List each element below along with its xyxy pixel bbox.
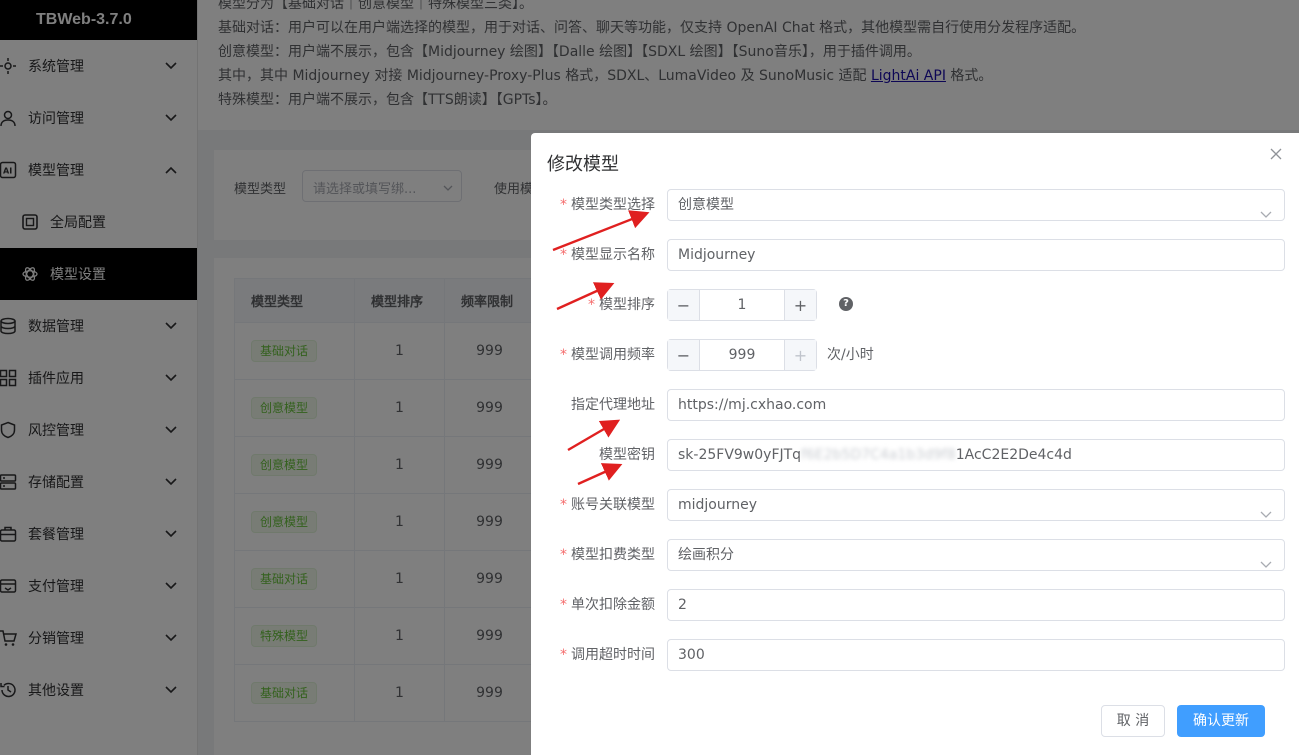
display-name-input[interactable]: Midjourney: [667, 239, 1285, 271]
form-row-proxy: 指定代理地址 https://mj.cxhao.com: [531, 389, 1299, 421]
confirm-update-button[interactable]: 确认更新: [1177, 705, 1265, 737]
form-row-display-name: * 模型显示名称 Midjourney: [531, 239, 1299, 271]
deduct-amount-label: * 单次扣除金额: [560, 597, 655, 613]
increment-button[interactable]: +: [784, 340, 816, 370]
proxy-label: 指定代理地址: [571, 397, 655, 413]
close-icon[interactable]: [1269, 147, 1283, 161]
form-row-account-model: * 账号关联模型 midjourney: [531, 489, 1299, 521]
deduct-type-select[interactable]: 绘画积分: [667, 539, 1285, 571]
order-stepper: − 1 +: [667, 289, 817, 321]
form-row-timeout: * 调用超时时间 300: [531, 639, 1299, 671]
proxy-input[interactable]: https://mj.cxhao.com: [667, 389, 1285, 421]
timeout-input[interactable]: 300: [667, 639, 1285, 671]
form-row-order: * 模型排序 − 1 + ?: [531, 289, 1299, 321]
account-model-label: * 账号关联模型: [560, 497, 655, 513]
increment-button[interactable]: +: [784, 290, 816, 320]
account-model-select[interactable]: midjourney: [667, 489, 1285, 521]
edit-model-dialog: 修改模型 * 模型类型选择 创意模型 * 模型显示名称 Midjourney * 模型…: [531, 133, 1299, 755]
key-label: 模型密钥: [599, 447, 655, 463]
chevron-down-icon: [1260, 200, 1272, 220]
deduct-type-label: * 模型扣费类型: [560, 547, 655, 563]
redacted-text: f6E2b5D7C4a1b3d9f8: [801, 447, 956, 463]
form-row-deduct-type: * 模型扣费类型 绘画积分: [531, 539, 1299, 571]
form-row-deduct-amount: * 单次扣除金额 2: [531, 589, 1299, 621]
rate-label: * 模型调用频率: [560, 347, 655, 363]
timeout-label: * 调用超时时间: [560, 647, 655, 663]
chevron-down-icon: [1260, 500, 1272, 520]
form-row-model-type: * 模型类型选择 创意模型: [531, 189, 1299, 221]
decrement-button[interactable]: −: [668, 290, 700, 320]
model-type-select[interactable]: 创意模型: [667, 189, 1285, 221]
decrement-button[interactable]: −: [668, 340, 700, 370]
help-icon[interactable]: ?: [839, 297, 853, 311]
key-input[interactable]: sk-25FV9w0yFJTqf6E2b5D7C4a1b3d9f81AcC2E2…: [667, 439, 1285, 471]
dialog-title: 修改模型: [547, 154, 619, 175]
order-input[interactable]: 1: [700, 290, 784, 320]
chevron-down-icon: [1260, 550, 1272, 570]
rate-input[interactable]: 999: [700, 340, 784, 370]
deduct-amount-input[interactable]: 2: [667, 589, 1285, 621]
form-row-key: 模型密钥 sk-25FV9w0yFJTqf6E2b5D7C4a1b3d9f81A…: [531, 439, 1299, 471]
cancel-button[interactable]: 取 消: [1101, 705, 1165, 737]
rate-stepper: − 999 +: [667, 339, 817, 371]
display-name-label: * 模型显示名称: [560, 247, 655, 263]
order-label: * 模型排序: [588, 297, 655, 313]
rate-unit: 次/小时: [827, 347, 874, 363]
form-row-rate: * 模型调用频率 − 999 + 次/小时: [531, 339, 1299, 371]
model-type-label: * 模型类型选择: [560, 197, 655, 213]
